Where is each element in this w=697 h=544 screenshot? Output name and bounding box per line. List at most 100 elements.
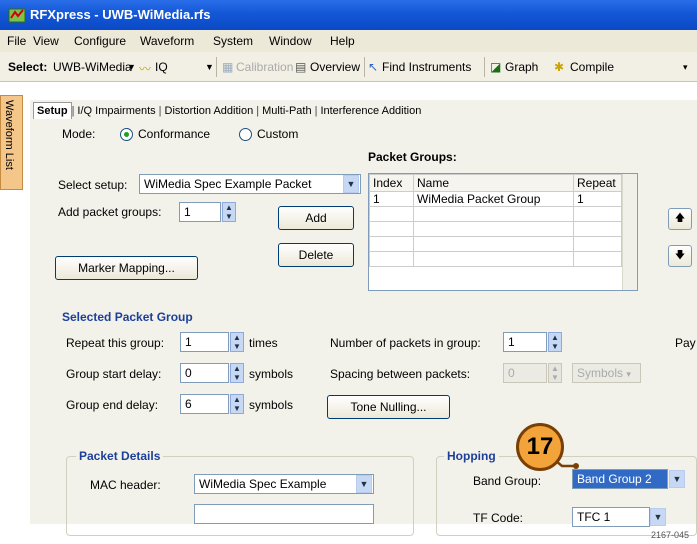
custom-radio[interactable] [239,128,252,141]
tab-strip: Setup | I/Q Impairments | Distortion Additio… [33,102,424,120]
graph-icon: ◪ [490,60,502,74]
menu-waveform[interactable]: Waveform [140,34,194,48]
iq-button[interactable]: IQ [155,60,168,74]
column-name[interactable]: Name [413,174,574,192]
mac-header-dropdown[interactable]: WiMedia Spec Example [194,474,374,494]
menu-help[interactable]: Help [330,34,355,48]
menu-file[interactable]: File [7,34,26,48]
spacing-input[interactable]: 0 [503,363,547,383]
callout-badge: 17 [516,423,564,471]
table-row[interactable] [369,221,622,237]
select-setup-dropdown[interactable]: WiMedia Spec Example Packet [139,174,361,194]
tab-setup[interactable]: Setup [33,102,72,119]
table-row[interactable] [369,236,622,252]
num-packets-input[interactable]: 1 [503,332,547,352]
hopping-title: Hopping [444,449,499,463]
packet-details-title: Packet Details [76,449,164,463]
table-row[interactable] [369,206,622,222]
waveform-list-tab[interactable]: Waveform List [0,95,23,190]
add-groups-spinner[interactable]: ▲ ▼ [222,202,236,222]
spacing-unit-dropdown[interactable]: Symbols ▾ [572,363,641,383]
tab-multi-path[interactable]: Multi-Path [259,103,315,119]
app-icon [8,8,26,23]
add-button[interactable]: Add [278,206,354,230]
repeat-unit: times [249,336,278,350]
column-index[interactable]: Index [369,174,414,192]
tab-interference-addition[interactable]: Interference Addition [317,103,424,119]
move-up-icon[interactable]: 🡅 [668,208,692,230]
iq-icon: 〰 [139,62,152,76]
spacing-spinner[interactable]: ▲ ▼ [548,363,562,383]
add-groups-input[interactable]: 1 [179,202,221,222]
end-delay-spinner[interactable]: ▲ ▼ [230,394,244,414]
mac-header-value: WiMedia Spec Example [199,477,327,491]
table-row[interactable]: 1 WiMedia Packet Group 1 [369,191,622,207]
table-scrollbar[interactable] [622,174,637,290]
start-delay-unit: symbols [249,367,294,381]
band-group-arrow-icon[interactable]: ▼ [669,470,685,488]
select-setup-arrow-icon[interactable]: ▼ [343,175,359,193]
end-delay-input[interactable]: 6 [180,394,229,414]
mac-header-arrow-icon[interactable]: ▼ [356,475,372,493]
conformance-label[interactable]: Conformance [138,127,210,141]
graph-button[interactable]: Graph [505,60,538,74]
mac-header-label: MAC header: [90,478,161,492]
num-packets-label: Number of packets in group: [330,336,481,350]
select-dropdown-arrow-icon[interactable]: ▼ [127,62,136,72]
mode-label: Mode: [62,127,96,141]
move-down-icon[interactable]: 🡇 [668,245,692,267]
tab-distortion-addition[interactable]: Distortion Addition [162,103,257,119]
tf-code-arrow-icon[interactable]: ▼ [650,508,666,526]
custom-label[interactable]: Custom [257,127,298,141]
menu-system[interactable]: System [213,34,253,48]
select-dropdown[interactable]: UWB-WiMedia [53,60,132,74]
figure-code: 2167-045 [650,530,689,540]
marker-mapping-button[interactable]: Marker Mapping... [55,256,198,280]
conformance-radio[interactable] [120,128,133,141]
tone-nulling-button[interactable]: Tone Nulling... [327,395,450,419]
pay-label: Pay [675,336,696,350]
calibration-button[interactable]: Calibration [236,60,293,74]
select-label: Select: [8,60,48,74]
tf-code-value: TFC 1 [577,510,611,524]
repeat-label: Repeat this group: [66,336,165,350]
iq-dropdown-arrow-icon[interactable]: ▼ [205,62,214,72]
start-delay-input[interactable]: 0 [180,363,229,383]
menu-configure[interactable]: Configure [74,34,126,48]
menu-bar: File View Configure Waveform System Wind… [0,30,697,52]
packet-groups-table[interactable]: Index Name Repeat 1 WiMedia Packet Group… [368,173,638,291]
column-repeat[interactable]: Repeat [573,174,622,192]
tab-iq-impairments[interactable]: I/Q Impairments [74,103,158,119]
menu-view[interactable]: View [33,34,59,48]
spacing-unit-arrow-icon: ▾ [626,369,631,379]
find-instruments-icon: ↖ [368,60,379,74]
row-repeat: 1 [573,191,622,207]
overview-button[interactable]: Overview [310,60,360,74]
calibration-icon: ▦ [222,60,234,74]
add-groups-label: Add packet groups: [58,205,162,219]
toolbar-overflow-icon[interactable]: ▾ [683,62,688,73]
toolbar: Select: UWB-WiMedia ▼ 〰 IQ ▼ ▦ Calibrati… [0,52,697,82]
delete-button[interactable]: Delete [278,243,354,267]
num-packets-spinner[interactable]: ▲ ▼ [548,332,562,352]
spacing-label: Spacing between packets: [330,367,471,381]
mac-header-field[interactable] [194,504,374,524]
end-delay-label: Group end delay: [66,398,159,412]
packet-groups-title: Packet Groups: [368,150,457,164]
find-instruments-button[interactable]: Find Instruments [382,60,471,74]
tf-code-label: TF Code: [473,511,524,525]
table-row[interactable] [369,251,622,267]
repeat-spinner[interactable]: ▲ ▼ [230,332,244,352]
title-bar: RFXpress - UWB-WiMedia.rfs [0,0,697,30]
row-index: 1 [369,191,414,207]
start-delay-label: Group start delay: [66,367,162,381]
start-delay-spinner[interactable]: ▲ ▼ [230,363,244,383]
overview-icon: ▤ [295,60,307,74]
menu-window[interactable]: Window [269,34,312,48]
select-setup-value: WiMedia Spec Example Packet [144,177,312,191]
tf-code-dropdown[interactable]: TFC 1 [572,507,650,527]
compile-button[interactable]: Compile [570,60,614,74]
repeat-input[interactable]: 1 [180,332,229,352]
band-group-value: Band Group 2 [577,472,652,486]
band-group-dropdown[interactable]: Band Group 2 [572,469,668,489]
